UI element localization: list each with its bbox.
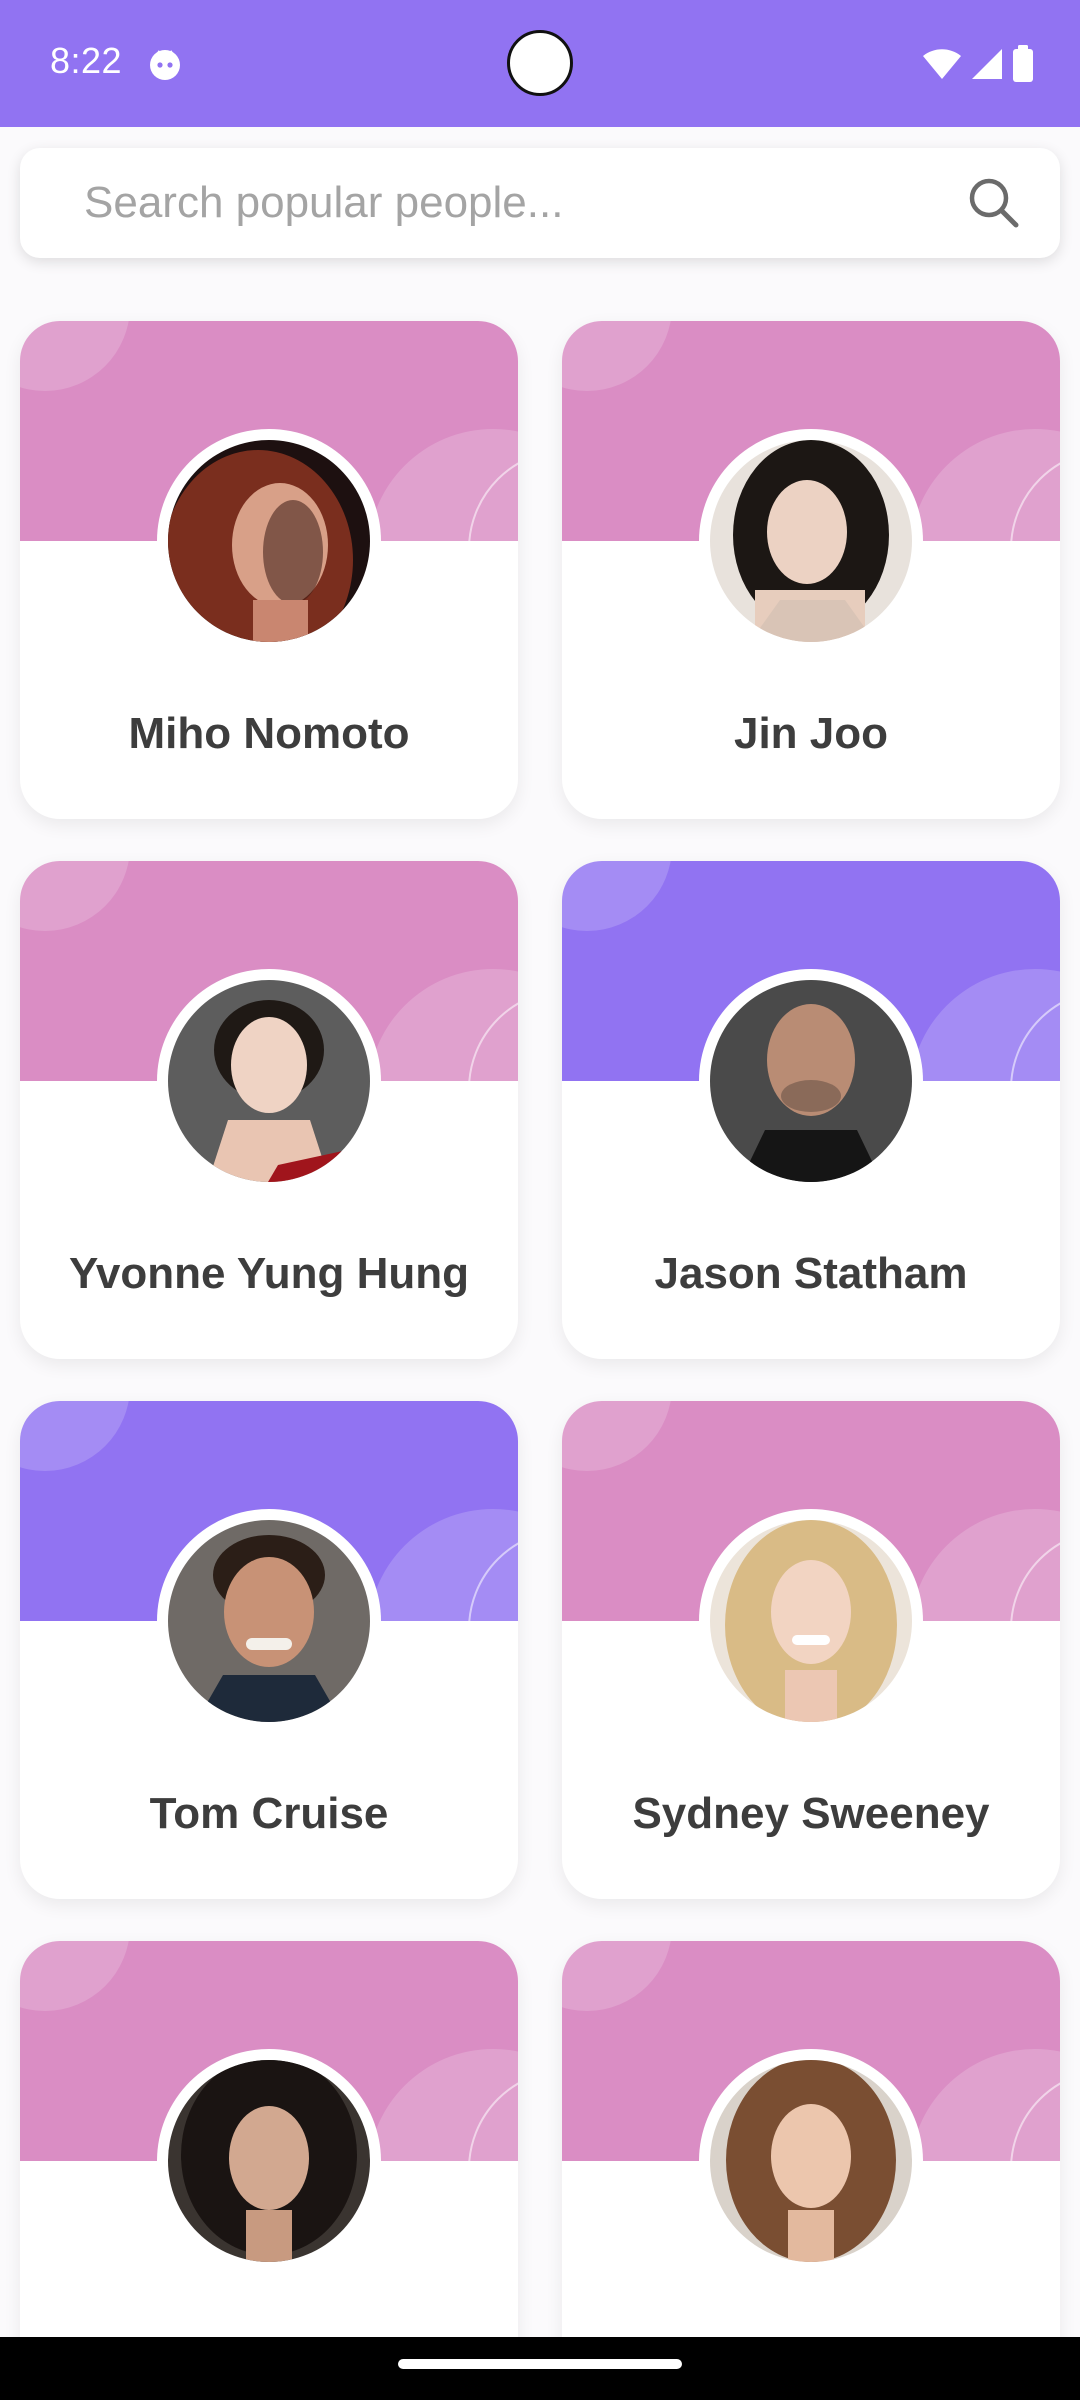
person-name: Sydney Sweeney bbox=[632, 1789, 990, 1838]
search-icon[interactable] bbox=[966, 175, 1022, 231]
person-card[interactable]: Yvonne Yung Hung bbox=[20, 861, 518, 1359]
wifi-icon bbox=[923, 49, 961, 79]
person-name: Jin Joo bbox=[733, 709, 889, 758]
avatar-ring bbox=[699, 1509, 923, 1733]
navigation-bar bbox=[0, 2337, 1080, 2400]
avatar-ring bbox=[699, 969, 923, 1193]
avatar-ring bbox=[157, 429, 381, 653]
person-name: Miho Nomoto bbox=[128, 709, 410, 758]
person-card[interactable] bbox=[562, 1941, 1060, 2400]
avatar-ring bbox=[157, 1509, 381, 1733]
avatar-ring bbox=[157, 969, 381, 1193]
search-bar[interactable] bbox=[20, 148, 1060, 258]
person-card[interactable]: Miho Nomoto bbox=[20, 321, 518, 819]
avatar bbox=[710, 1520, 912, 1722]
status-icons bbox=[922, 44, 1034, 84]
person-name: Jason Statham bbox=[654, 1249, 968, 1298]
avatar-ring bbox=[699, 429, 923, 653]
avatar bbox=[710, 2060, 912, 2262]
signal-icon bbox=[972, 49, 1002, 79]
person-name: Yvonne Yung Hung bbox=[68, 1249, 470, 1298]
person-name: Tom Cruise bbox=[149, 1789, 389, 1838]
avatar bbox=[710, 980, 912, 1182]
avatar bbox=[168, 440, 370, 642]
notification-app-icon bbox=[150, 50, 180, 80]
avatar bbox=[710, 440, 912, 642]
home-gesture-handle[interactable] bbox=[398, 2359, 682, 2369]
person-card[interactable] bbox=[20, 1941, 518, 2400]
avatar bbox=[168, 1520, 370, 1722]
app-screen: 8:22 Search popular people... Miho Nomot… bbox=[0, 0, 1080, 2400]
camera-cutout bbox=[507, 30, 573, 96]
avatar-ring bbox=[699, 2049, 923, 2273]
avatar bbox=[168, 2060, 370, 2262]
status-bar: 8:22 bbox=[0, 0, 1080, 127]
avatar bbox=[168, 980, 370, 1182]
search-input[interactable] bbox=[84, 148, 944, 258]
person-card[interactable]: Tom Cruise bbox=[20, 1401, 518, 1899]
person-card[interactable]: Jason Statham bbox=[562, 861, 1060, 1359]
status-time: 8:22 bbox=[50, 40, 123, 81]
avatar-ring bbox=[157, 2049, 381, 2273]
battery-icon bbox=[1013, 45, 1033, 82]
person-card[interactable]: Jin Joo bbox=[562, 321, 1060, 819]
person-card[interactable]: Sydney Sweeney bbox=[562, 1401, 1060, 1899]
